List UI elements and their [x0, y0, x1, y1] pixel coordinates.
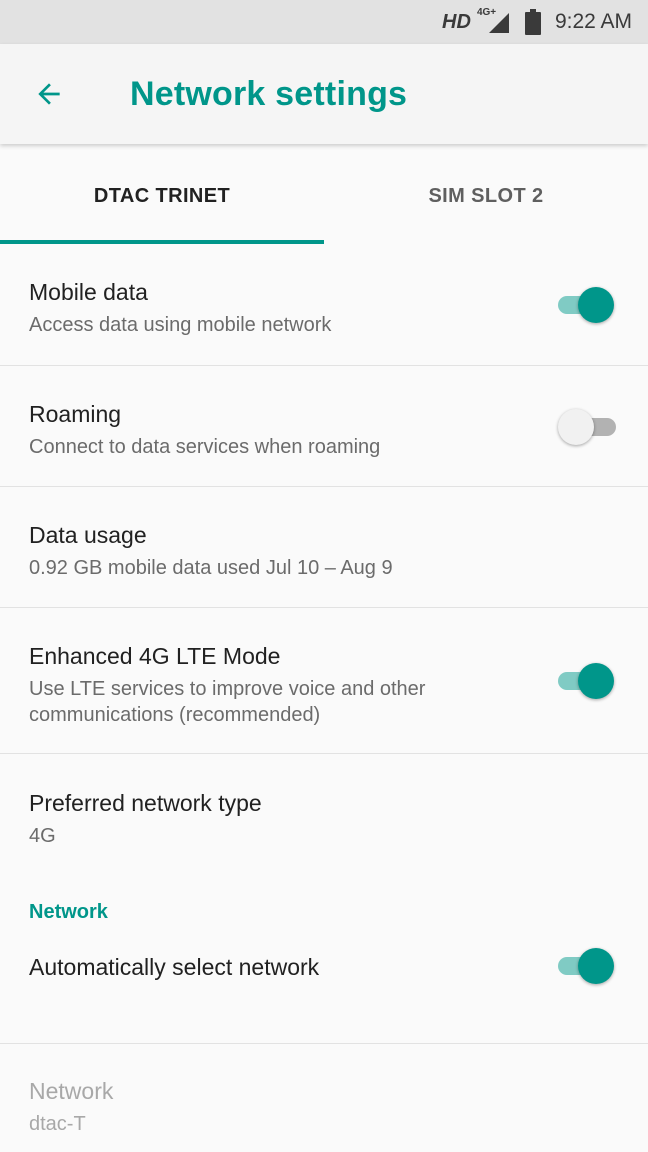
toggle-thumb	[558, 409, 594, 445]
mobile-data-title: Mobile data	[29, 279, 148, 305]
hd-indicator: HD	[442, 10, 471, 33]
auto-select-network-row[interactable]: Automatically select network	[0, 938, 648, 1044]
network-title: Network	[29, 1078, 114, 1104]
data-usage-title: Data usage	[29, 522, 147, 548]
sim-tabs: DTAC TRINET SIM SLOT 2	[0, 144, 648, 244]
enhanced-lte-summary-line1: Use LTE services to improve voice and ot…	[29, 678, 426, 700]
signal-icon: 4G+	[477, 7, 511, 37]
network-section-header: Network	[29, 900, 108, 923]
enhanced-lte-toggle[interactable]	[558, 661, 614, 701]
roaming-toggle[interactable]	[558, 407, 616, 447]
page-title: Network settings	[130, 74, 408, 113]
preferred-network-summary: 4G	[29, 825, 56, 847]
enhanced-lte-summary: Use LTE services to improve voice and ot…	[29, 676, 619, 728]
data-usage-summary: 0.92 GB mobile data used Jul 10 – Aug 9	[29, 557, 393, 579]
mobile-data-row[interactable]: Mobile data Access data using mobile net…	[0, 244, 648, 366]
roaming-row[interactable]: Roaming Connect to data services when ro…	[0, 366, 648, 487]
status-bar: HD 4G+ 9:22 AM	[0, 0, 648, 44]
clock: 9:22 AM	[554, 10, 632, 33]
enhanced-lte-row[interactable]: Enhanced 4G LTE Mode Use LTE services to…	[0, 608, 648, 754]
battery-icon	[524, 9, 541, 35]
mobile-data-toggle[interactable]	[558, 285, 614, 325]
network-summary: dtac-T	[29, 1113, 86, 1135]
toggle-thumb	[578, 287, 614, 323]
tab-sim-slot-2[interactable]: SIM SLOT 2	[324, 144, 648, 244]
preferred-network-row[interactable]: Preferred network type 4G	[0, 754, 648, 872]
auto-select-network-title: Automatically select network	[29, 954, 320, 980]
back-button[interactable]	[0, 44, 100, 144]
toggle-thumb	[578, 948, 614, 984]
data-usage-row[interactable]: Data usage 0.92 GB mobile data used Jul …	[0, 487, 648, 608]
mobile-data-summary: Access data using mobile network	[29, 314, 332, 336]
roaming-summary: Connect to data services when roaming	[29, 436, 381, 458]
tab-dtac-trinet[interactable]: DTAC TRINET	[0, 144, 324, 244]
enhanced-lte-summary-line2: communications (recommended)	[29, 704, 321, 726]
auto-select-network-toggle[interactable]	[558, 946, 614, 986]
arrow-back-icon	[38, 83, 60, 105]
roaming-title: Roaming	[29, 401, 122, 427]
toggle-thumb	[578, 663, 614, 699]
app-bar: Network settings	[0, 44, 648, 144]
preferred-network-title: Preferred network type	[29, 790, 262, 816]
network-row: Network dtac-T	[0, 1044, 648, 1152]
enhanced-lte-title: Enhanced 4G LTE Mode	[29, 643, 281, 669]
